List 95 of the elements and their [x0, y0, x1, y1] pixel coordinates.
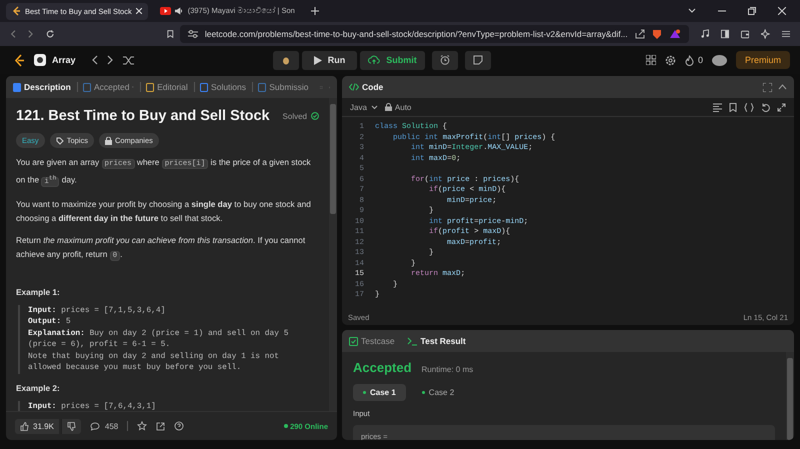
- case-tab[interactable]: Case 2: [412, 384, 464, 401]
- example-heading: Example 1:: [16, 286, 61, 296]
- cloud-upload-icon: [368, 55, 380, 65]
- speaker-icon: [174, 7, 184, 15]
- panel-tab[interactable]: Submissio: [258, 82, 308, 92]
- chevron-up-icon[interactable]: [778, 84, 787, 90]
- thumbs-down-icon: [66, 422, 76, 430]
- sidebar-icon[interactable]: [720, 29, 730, 39]
- note-icon: [472, 55, 483, 65]
- panel-tab[interactable]: Accepted: [83, 82, 130, 92]
- example-heading: Example 2:: [16, 382, 61, 392]
- share-icon[interactable]: [156, 422, 166, 430]
- panel-tab[interactable]: Description: [13, 82, 71, 92]
- bookmark-icon[interactable]: [167, 29, 174, 39]
- comments-button[interactable]: 458: [90, 422, 118, 430]
- premium-button[interactable]: Premium: [736, 51, 790, 69]
- tag-icon: [56, 136, 64, 144]
- reload-icon[interactable]: [46, 29, 54, 39]
- tab-icon: [200, 82, 208, 92]
- avatar[interactable]: [712, 54, 727, 66]
- online-dot-icon: [284, 424, 288, 428]
- checkbox-icon: [349, 336, 358, 346]
- video-icon: [160, 7, 171, 15]
- streak-counter[interactable]: 0: [684, 54, 703, 66]
- close-icon[interactable]: [136, 8, 142, 14]
- case-tab[interactable]: Case 1: [353, 384, 406, 401]
- next-icon[interactable]: [106, 55, 114, 65]
- check-circle-icon: [311, 112, 319, 120]
- restore-icon[interactable]: [748, 7, 756, 15]
- dropdown-icon[interactable]: [688, 8, 696, 14]
- code-tab[interactable]: Code: [349, 82, 384, 92]
- autocomplete-mode[interactable]: Auto: [394, 102, 412, 112]
- tab-icon: [258, 82, 266, 92]
- wallet-icon[interactable]: [741, 30, 750, 38]
- run-button[interactable]: Run: [302, 50, 358, 70]
- address-bar[interactable]: leetcode.com/problems/best-time-to-buy-and-sell-stock/description/?envType=problem-list-v2&envId=array&dif...: [180, 25, 689, 43]
- lock-icon: [104, 136, 112, 144]
- braces-icon[interactable]: [744, 102, 754, 112]
- music-icon[interactable]: [700, 29, 709, 39]
- timer-button[interactable]: [432, 50, 458, 70]
- panel-tab[interactable]: Test Result: [406, 336, 466, 346]
- fullscreen-icon[interactable]: [763, 82, 772, 92]
- debug-button[interactable]: [272, 50, 299, 70]
- code-icon: [349, 83, 359, 91]
- runtime: Runtime: 0 ms: [422, 365, 474, 374]
- sparkle-icon[interactable]: [761, 29, 770, 39]
- panel-tab[interactable]: Testcase: [349, 336, 395, 346]
- format-icon[interactable]: [713, 102, 722, 112]
- submit-button[interactable]: Submit: [360, 50, 425, 70]
- panel-tab[interactable]: Editorial: [146, 82, 188, 92]
- bookmark-icon[interactable]: [729, 102, 737, 112]
- back-icon[interactable]: [10, 29, 16, 39]
- close-icon[interactable]: [778, 7, 786, 15]
- language-dropdown[interactable]: Java: [350, 102, 378, 112]
- notes-button[interactable]: [464, 50, 491, 70]
- share-icon[interactable]: [634, 29, 645, 39]
- tab-icon: [83, 82, 91, 92]
- scrollbar[interactable]: [786, 352, 794, 440]
- problem-title: 121. Best Time to Buy and Sell Stock: [16, 108, 271, 124]
- lock-icon: [384, 103, 392, 111]
- solved-status: Solved: [282, 112, 307, 120]
- play-icon: [314, 56, 322, 64]
- triangle-icon[interactable]: [668, 29, 681, 39]
- chevron-down-icon: [370, 104, 378, 110]
- verdict: Accepted: [353, 360, 412, 375]
- shuffle-icon[interactable]: [122, 56, 134, 64]
- like-button[interactable]: 31.9K: [15, 418, 59, 434]
- list-icon: [34, 54, 46, 66]
- new-tab-icon[interactable]: [310, 7, 319, 15]
- grid-icon[interactable]: [646, 55, 656, 65]
- shield-icon[interactable]: [652, 28, 662, 40]
- thumbs-up-icon: [20, 422, 29, 430]
- scrollbar[interactable]: [329, 98, 337, 411]
- reset-icon[interactable]: [761, 102, 770, 112]
- expand-icon[interactable]: [777, 102, 786, 112]
- help-icon[interactable]: [174, 421, 184, 431]
- problem-list-link[interactable]: Array: [52, 55, 76, 65]
- problem-paragraph: You want to maximize your profit by choosing a single day to buy one stock and choosing a different day in the future to sell that stock.: [16, 198, 312, 224]
- settings-icon[interactable]: [664, 54, 676, 66]
- menu-icon[interactable]: [782, 30, 790, 38]
- panel-tab[interactable]: Solutions: [200, 82, 246, 92]
- bug-icon: [280, 55, 291, 65]
- star-icon[interactable]: [137, 421, 148, 431]
- logo-icon[interactable]: [14, 54, 25, 66]
- tab-icon: [13, 82, 21, 92]
- minimize-icon[interactable]: [718, 10, 726, 12]
- terminal-icon: [406, 336, 418, 346]
- dislike-button[interactable]: [60, 418, 81, 434]
- site-settings-icon[interactable]: [188, 30, 198, 38]
- speech-bubble-icon: [90, 422, 100, 430]
- site-icon: [12, 6, 21, 16]
- tab-icon: [146, 82, 154, 92]
- alarm-clock-icon: [440, 55, 450, 65]
- forward-icon[interactable]: [28, 29, 34, 39]
- previous-icon[interactable]: [90, 55, 98, 65]
